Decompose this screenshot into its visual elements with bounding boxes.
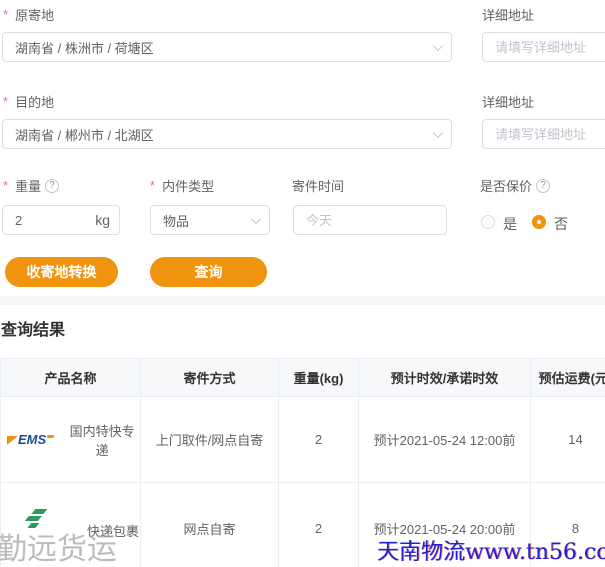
- ems-dash-shape: [47, 435, 54, 438]
- eta-value: 预计2021-05-24 12:00前: [359, 397, 531, 483]
- weight-input[interactable]: [15, 213, 85, 228]
- insurance-no-label[interactable]: 否: [554, 214, 568, 234]
- destination-select[interactable]: 湖南省 / 郴州市 / 北湖区: [2, 119, 452, 149]
- col-eta: 预计时效/承诺时效: [359, 359, 531, 397]
- weight-value: 2: [279, 483, 359, 567]
- destination-label-text: 目的地: [15, 92, 54, 111]
- origin-select-value: 湖南省 / 株洲市 / 荷塘区: [15, 38, 154, 57]
- send-time-label-text: 寄件时间: [292, 176, 344, 195]
- ems-logo-icon: EMS: [7, 432, 54, 448]
- insurance-yes-label[interactable]: 是: [503, 214, 517, 234]
- item-type-label-text: 内件类型: [162, 176, 214, 195]
- insurance-no-radio[interactable]: [532, 215, 546, 229]
- origin-label-text: 原寄地: [15, 5, 54, 24]
- help-icon[interactable]: [45, 179, 59, 193]
- shipping-rate-query-page: 原寄地 详细地址 湖南省 / 株洲市 / 荷塘区 目的地 详细地址 湖南省 / …: [0, 0, 605, 567]
- col-method: 寄件方式: [141, 359, 279, 397]
- insurance-label: 是否保价: [480, 176, 550, 195]
- ship-method: 上门取件/网点自寄: [141, 397, 279, 483]
- destination-detail-label-text: 详细地址: [482, 92, 534, 111]
- ems-wing-shape: [7, 436, 18, 445]
- origin-detail-input[interactable]: [495, 40, 605, 55]
- destination-detail-label: 详细地址: [482, 92, 534, 111]
- weight-field[interactable]: kg: [2, 205, 120, 235]
- ems-logo-text: EMS: [18, 432, 46, 448]
- help-icon[interactable]: [536, 179, 550, 193]
- col-weight: 重量(kg): [279, 359, 359, 397]
- swap-address-button[interactable]: 收寄地转换: [5, 257, 118, 287]
- col-fee: 预估运费(元): [531, 359, 605, 397]
- weight-label-text: 重量: [15, 176, 41, 195]
- table-header-row: 产品名称 寄件方式 重量(kg) 预计时效/承诺时效 预估运费(元): [1, 359, 605, 397]
- origin-select[interactable]: 湖南省 / 株洲市 / 荷塘区: [2, 32, 452, 62]
- weight-label: 重量: [3, 176, 59, 195]
- item-type-label: 内件类型: [150, 176, 214, 195]
- weight-unit: kg: [95, 212, 110, 228]
- product-name: 国内特快专递: [64, 421, 140, 459]
- destination-select-value: 湖南省 / 郴州市 / 北湖区: [15, 125, 154, 144]
- destination-detail-input[interactable]: [495, 127, 605, 142]
- watermark-right: 天南物流www.tn56.com: [377, 534, 605, 566]
- query-button[interactable]: 查询: [150, 257, 267, 287]
- item-type-select[interactable]: 物品: [150, 205, 270, 235]
- watermark-left: 勤远货运: [0, 524, 117, 567]
- weight-value: 2: [279, 397, 359, 483]
- send-time-input[interactable]: [306, 213, 434, 228]
- section-divider: [0, 296, 605, 305]
- chevron-down-icon: [433, 128, 443, 138]
- item-type-value: 物品: [163, 211, 189, 230]
- results-title: 查询结果: [1, 316, 65, 340]
- origin-detail-label: 详细地址: [482, 5, 534, 24]
- destination-detail-field[interactable]: [482, 119, 605, 149]
- col-product: 产品名称: [1, 359, 141, 397]
- table-row: EMS 国内特快专递 上门取件/网点自寄 2 预计2021-05-24 12:0…: [1, 397, 605, 483]
- origin-label: 原寄地: [3, 5, 54, 24]
- chevron-down-icon: [433, 41, 443, 51]
- insurance-label-text: 是否保价: [480, 176, 532, 195]
- destination-label: 目的地: [3, 92, 54, 111]
- origin-detail-field[interactable]: [482, 32, 605, 62]
- send-time-label: 寄件时间: [292, 176, 344, 195]
- send-time-field[interactable]: [293, 205, 447, 235]
- origin-detail-label-text: 详细地址: [482, 5, 534, 24]
- chevron-down-icon: [251, 214, 261, 224]
- fee-value: 14: [531, 397, 605, 483]
- insurance-yes-radio[interactable]: [481, 215, 495, 229]
- ship-method: 网点自寄: [141, 483, 279, 567]
